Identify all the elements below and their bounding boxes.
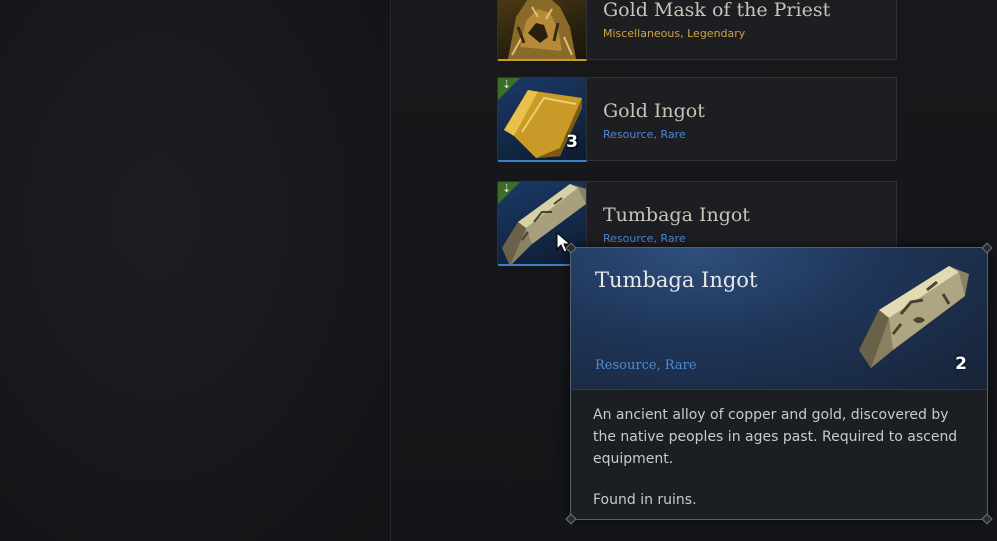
tooltip-description: An ancient alloy of copper and gold, dis… [593,407,958,467]
inventory-item-gold-mask[interactable]: Gold Mask of the Priest Miscellaneous, L… [497,0,897,61]
tooltip-source: Found in ruins. [593,492,697,508]
gold-ingot-icon: ⇣ 3 [498,78,587,162]
gold-mask-icon [498,0,587,61]
tooltip-item-type: Resource, Rare [595,358,697,373]
item-tooltip: Tumbaga Ingot Resource, Rare 2 An ancien… [565,242,993,525]
tooltip-quantity: 2 [955,354,967,374]
inventory-item-gold-ingot[interactable]: ⇣ 3 Gold Ingot Resource, Rare [497,77,897,162]
item-type: Resource, Rare [603,128,686,141]
item-name: Tumbaga Ingot [603,204,750,226]
item-name: Gold Ingot [603,100,705,122]
scrap-icon: ⇣ [502,182,512,195]
item-type: Resource, Rare [603,232,686,245]
item-name: Gold Mask of the Priest [603,0,831,21]
tooltip-title: Tumbaga Ingot [595,268,758,292]
item-quantity: 3 [566,132,578,152]
tooltip-header: Tumbaga Ingot Resource, Rare 2 [571,248,987,390]
left-panel-background [0,0,390,541]
item-type: Miscellaneous, Legendary [603,27,746,40]
scrap-icon: ⇣ [502,78,512,91]
